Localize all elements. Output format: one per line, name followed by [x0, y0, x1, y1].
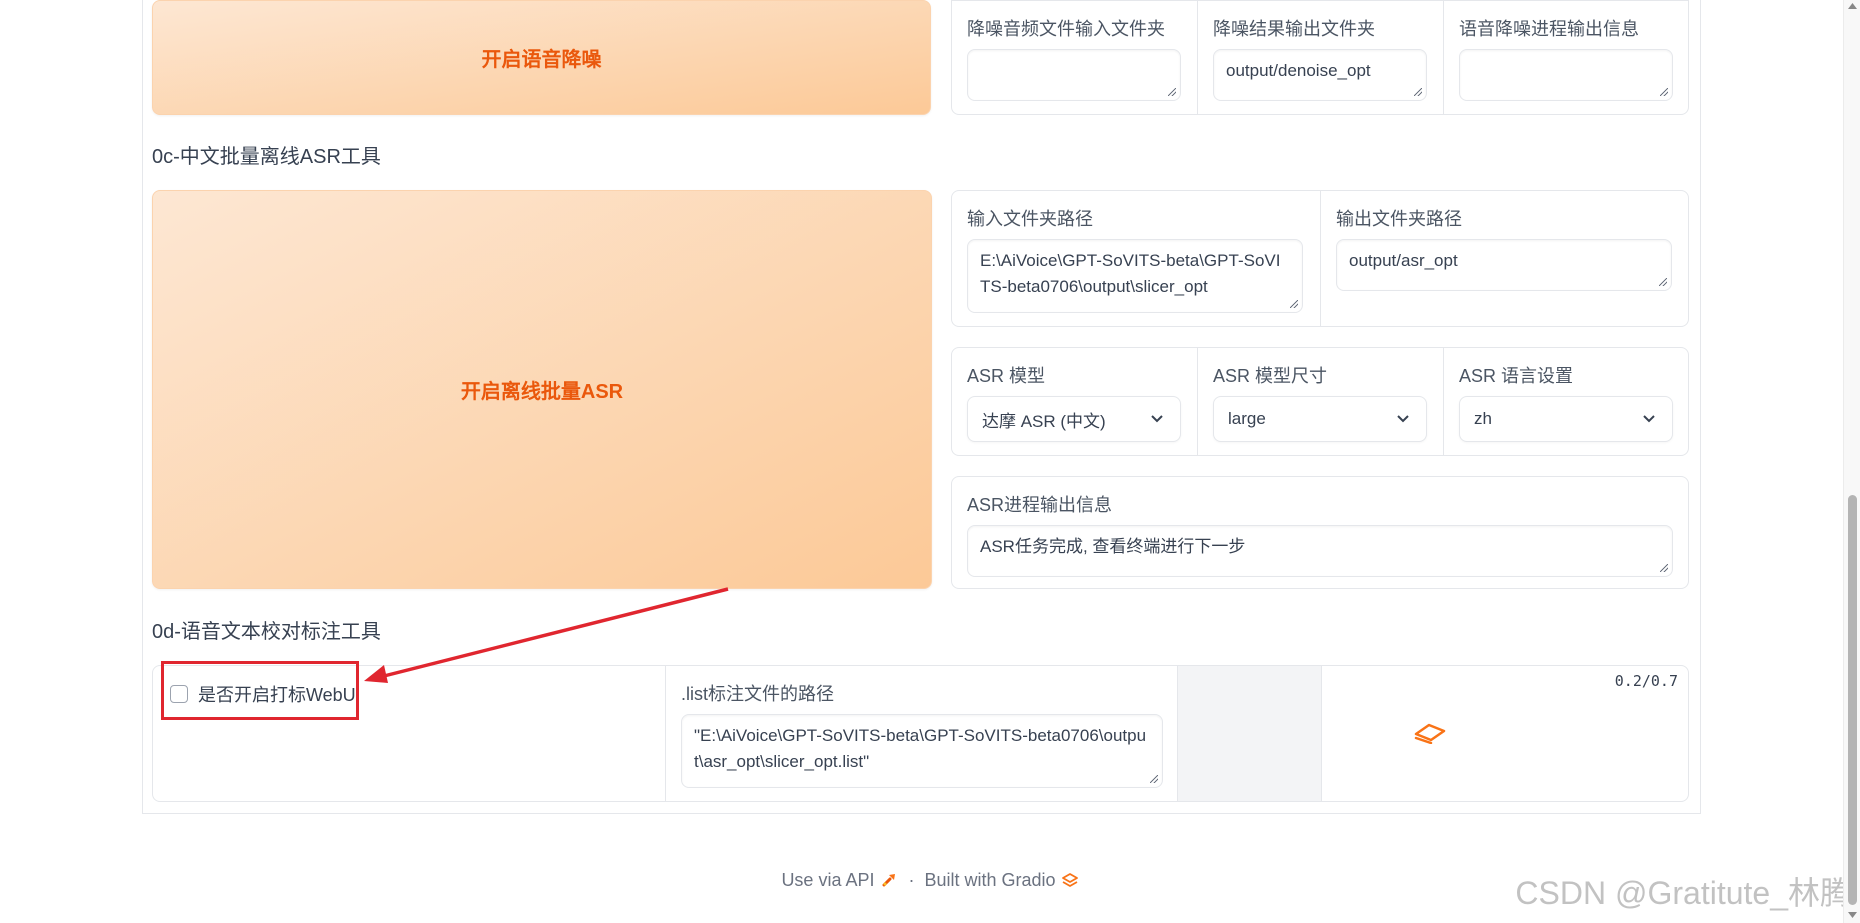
- loading-status-cell: 0.2/0.7: [1321, 666, 1688, 801]
- asr-model-cell: ASR 模型 达摩 ASR (中文): [952, 348, 1197, 455]
- asr-output-value: output/asr_opt: [1349, 251, 1458, 270]
- built-with-gradio-label: Built with Gradio: [924, 869, 1056, 890]
- annotation-arrow: [364, 587, 729, 683]
- proofread-panel: 是否开启打标WebUI .list标注文件的路径 "E:\AiVoice\GPT…: [152, 665, 1689, 802]
- start-denoise-button[interactable]: 开启语音降噪: [152, 0, 931, 115]
- denoise-input-label: 降噪音频文件输入文件夹: [967, 19, 1165, 39]
- use-via-api-label: Use via API: [781, 869, 875, 890]
- denoise-input-field[interactable]: [967, 49, 1181, 101]
- list-path-cell: .list标注文件的路径 "E:\AiVoice\GPT-SoVITS-beta…: [665, 666, 1177, 801]
- start-denoise-button-label: 开启语音降噪: [481, 49, 602, 71]
- resize-handle-icon[interactable]: [1168, 88, 1176, 96]
- asr-language-select[interactable]: zh: [1459, 396, 1673, 442]
- denoise-input-cell: 降噪音频文件输入文件夹: [952, 1, 1197, 114]
- asr-output-label: 输出文件夹路径: [1336, 209, 1462, 229]
- asr-model-size-select[interactable]: large: [1213, 396, 1427, 442]
- asr-language-value: zh: [1474, 409, 1492, 428]
- denoise-output-field[interactable]: output/denoise_opt: [1213, 49, 1427, 101]
- asr-input-cell: 输入文件夹路径 E:\AiVoice\GPT-SoVITS-beta\GPT-S…: [952, 191, 1320, 326]
- chevron-down-icon: [1397, 415, 1409, 423]
- asr-input-value: E:\AiVoice\GPT-SoVITS-beta\GPT-SoVITS-be…: [980, 251, 1281, 296]
- scroll-up-arrow-icon[interactable]: [1848, 2, 1857, 9]
- denoise-settings-panel: 降噪音频文件输入文件夹 降噪结果输出文件夹 output/denoise_opt…: [951, 0, 1689, 115]
- asr-progress-label: ASR进程输出信息: [967, 495, 1113, 515]
- rocket-icon: [882, 874, 896, 887]
- proofread-section-title: 0d-语音文本校对标注工具: [152, 621, 381, 643]
- list-path-value: "E:\AiVoice\GPT-SoVITS-beta\GPT-SoVITS-b…: [694, 726, 1147, 771]
- chevron-down-icon: [1151, 415, 1163, 423]
- denoise-progress-cell: 语音降噪进程输出信息: [1443, 1, 1688, 114]
- list-path-field[interactable]: "E:\AiVoice\GPT-SoVITS-beta\GPT-SoVITS-b…: [681, 714, 1163, 788]
- scrollbar-thumb[interactable]: [1848, 495, 1857, 905]
- resize-handle-icon[interactable]: [1659, 278, 1667, 286]
- asr-model-panel: ASR 模型 达摩 ASR (中文) ASR 模型尺寸 large ASR 语言…: [951, 347, 1689, 456]
- built-with-gradio-link[interactable]: Built with Gradio: [924, 870, 1078, 891]
- denoise-progress-output[interactable]: [1459, 49, 1673, 101]
- asr-progress-panel: ASR进程输出信息 ASR任务完成, 查看终端进行下一步: [951, 476, 1689, 589]
- asr-model-label: ASR 模型: [967, 366, 1046, 386]
- denoise-output-value: output/denoise_opt: [1226, 61, 1371, 80]
- asr-model-size-value: large: [1228, 409, 1266, 428]
- asr-paths-panel: 输入文件夹路径 E:\AiVoice\GPT-SoVITS-beta\GPT-S…: [951, 190, 1689, 327]
- denoise-output-cell: 降噪结果输出文件夹 output/denoise_opt: [1197, 1, 1443, 114]
- resize-handle-icon[interactable]: [1660, 564, 1668, 572]
- asr-output-field[interactable]: output/asr_opt: [1336, 239, 1672, 291]
- resize-handle-icon[interactable]: [1660, 88, 1668, 96]
- asr-input-field[interactable]: E:\AiVoice\GPT-SoVITS-beta\GPT-SoVITS-be…: [967, 239, 1303, 313]
- chevron-down-icon: [1643, 415, 1655, 423]
- use-via-api-link[interactable]: Use via API: [781, 870, 898, 891]
- asr-model-size-label: ASR 模型尺寸: [1213, 366, 1328, 386]
- asr-progress-output[interactable]: ASR任务完成, 查看终端进行下一步: [967, 525, 1673, 577]
- gradio-logo-icon: [1061, 873, 1078, 887]
- asr-model-size-cell: ASR 模型尺寸 large: [1197, 348, 1443, 455]
- start-batch-asr-button-label: 开启离线批量ASR: [460, 381, 624, 403]
- resize-handle-icon[interactable]: [1414, 88, 1422, 96]
- annotation-highlight-box: [161, 661, 359, 720]
- footer-separator: ·: [908, 869, 915, 890]
- resize-handle-icon[interactable]: [1150, 775, 1158, 783]
- denoise-progress-label: 语音降噪进程输出信息: [1459, 19, 1639, 39]
- asr-section-title: 0c-中文批量离线ASR工具: [152, 146, 381, 168]
- csdn-watermark: CSDN @Gratitute_林腾: [1515, 875, 1852, 911]
- vertical-scrollbar[interactable]: [1843, 0, 1860, 923]
- asr-model-select[interactable]: 达摩 ASR (中文): [967, 396, 1181, 442]
- asr-output-cell: 输出文件夹路径 output/asr_opt: [1320, 191, 1688, 326]
- scroll-down-arrow-icon[interactable]: [1848, 912, 1857, 919]
- asr-input-label: 输入文件夹路径: [967, 209, 1093, 229]
- asr-language-label: ASR 语言设置: [1459, 366, 1574, 386]
- loading-placeholder-cell: [1177, 666, 1321, 801]
- asr-language-cell: ASR 语言设置 zh: [1443, 348, 1688, 455]
- asr-progress-value: ASR任务完成, 查看终端进行下一步: [980, 537, 1246, 556]
- progress-timer: 0.2/0.7: [1614, 672, 1678, 690]
- resize-handle-icon[interactable]: [1290, 300, 1298, 308]
- asr-model-value: 达摩 ASR (中文): [982, 411, 1106, 431]
- start-batch-asr-button[interactable]: 开启离线批量ASR: [152, 190, 932, 589]
- denoise-output-label: 降噪结果输出文件夹: [1213, 19, 1375, 39]
- gradio-loading-icon: [1414, 723, 1446, 744]
